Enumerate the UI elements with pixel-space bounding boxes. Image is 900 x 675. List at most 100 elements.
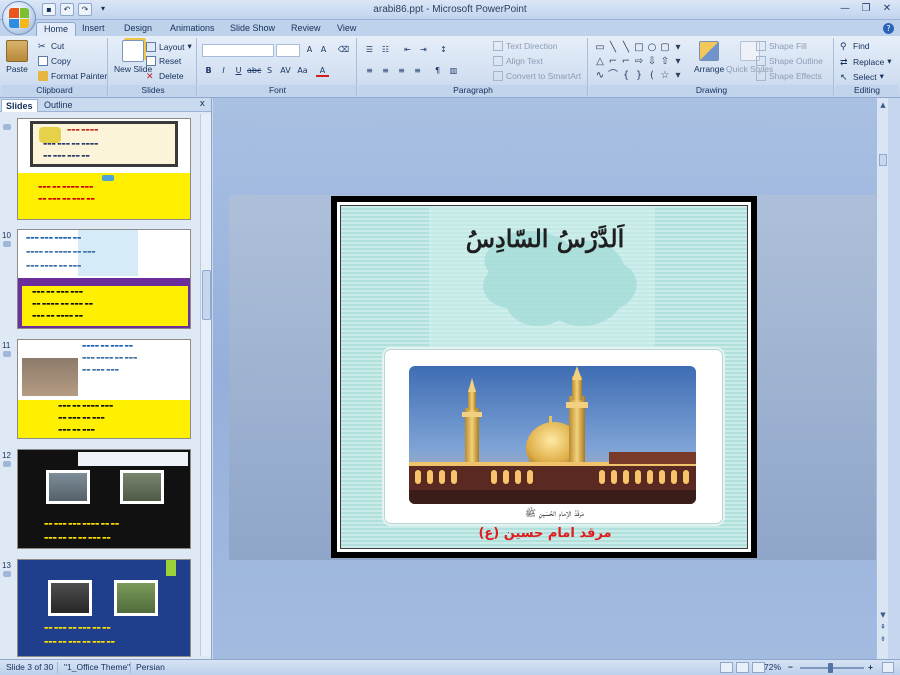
shape-brace-r-icon[interactable]: } [633, 69, 645, 82]
close-pane-icon[interactable]: x [200, 99, 205, 109]
shape-fill-button[interactable]: Shape Fill [756, 41, 807, 51]
restore-icon[interactable]: ❐ [857, 2, 875, 16]
bullets-icon[interactable]: ☰ [363, 44, 376, 56]
shape-more2-icon[interactable]: ▾ [672, 55, 684, 68]
align-left-icon[interactable]: ≡ [363, 65, 376, 77]
previous-slide-icon[interactable]: ⇞ [878, 622, 888, 632]
cut-button[interactable]: ✂ Cut [38, 41, 64, 51]
shape-more-icon[interactable]: ▾ [672, 41, 684, 54]
fit-to-window-icon[interactable] [882, 662, 894, 673]
shape-effects-button[interactable]: Shape Effects [756, 71, 822, 81]
shape-line-icon[interactable]: ╲ [607, 41, 619, 54]
replace-button[interactable]: ⇄ Replace ▾ [840, 56, 891, 67]
zoom-level[interactable]: 72% [764, 662, 781, 672]
office-button[interactable] [2, 1, 36, 35]
shape-oval-icon[interactable]: ○ [646, 41, 658, 54]
shape-arrow-d-icon[interactable]: ⇩ [646, 55, 658, 68]
slide-thumbnail[interactable]: ▬▬▬▬ ▬▬ ▬▬▬ ▬▬ ▬▬▬ ▬▬▬▬ ▬▬ ▬▬▬ ▬▬ ▬▬▬ ▬▬… [17, 339, 191, 439]
copy-button[interactable]: Copy [38, 56, 71, 66]
font-size-combo[interactable] [276, 44, 300, 57]
scroll-up-icon[interactable]: ▲ [878, 100, 888, 110]
select-button[interactable]: ↖ Select ▾ [840, 71, 884, 82]
text-direction-button[interactable]: Text Direction [493, 41, 558, 51]
align-right-icon[interactable]: ≡ [395, 65, 408, 77]
shrink-font-icon[interactable]: A [317, 44, 330, 56]
shadow-icon[interactable]: S [263, 65, 276, 77]
slide-thumbnail[interactable]: ▬▬ ▬▬▬ ▬▬▬ ▬▬▬▬ ▬▬ ▬▬ ▬▬▬ ▬▬ ▬▬ ▬▬ ▬▬▬ ▬… [17, 449, 191, 549]
zoom-in-icon[interactable]: + [868, 662, 873, 672]
layout-button[interactable]: Layout ▾ [146, 41, 192, 52]
shape-triangle-icon[interactable]: △ [594, 55, 606, 68]
rtl-icon[interactable]: ¶ [431, 65, 444, 77]
increase-indent-icon[interactable]: ⇥ [417, 44, 430, 56]
shape-curve-icon[interactable]: ∿ [594, 69, 606, 82]
decrease-indent-icon[interactable]: ⇤ [401, 44, 414, 56]
shape-rect2-icon[interactable]: □ [633, 41, 645, 54]
align-text-button[interactable]: Align Text [493, 56, 543, 66]
strikethrough-icon[interactable]: abc [247, 65, 261, 77]
reset-button[interactable]: Reset [146, 56, 181, 66]
tab-review[interactable]: Review [291, 22, 321, 36]
align-center-icon[interactable]: ≡ [379, 65, 392, 77]
slide-thumbnail[interactable]: ▬▬▬ ▬▬▬ ▬▬▬▬ ▬▬ ▬▬▬▬ ▬▬ ▬▬▬▬ ▬▬ ▬▬▬ ▬▬▬ … [17, 229, 191, 329]
grow-font-icon[interactable]: A [303, 44, 316, 56]
panel-scroll-thumb[interactable] [202, 270, 211, 320]
shape-arrow-r-icon[interactable]: ⇨ [633, 55, 645, 68]
shape-outline-button[interactable]: Shape Outline [756, 56, 823, 66]
slide-thumbnail[interactable]: ▬▬▬ ▬▬▬▬ ▬▬▬ ▬▬▬ ▬▬ ▬▬▬▬ ▬▬ ▬▬▬ ▬▬▬ ▬▬ ▬… [17, 118, 191, 220]
delete-button[interactable]: ✕ Delete [146, 71, 184, 81]
slide-thumbnail[interactable]: ▬▬ ▬▬▬ ▬▬ ▬▬▬ ▬▬ ▬▬ ▬▬▬ ▬▬ ▬▬▬ ▬▬ ▬▬▬ ▬▬ [17, 559, 191, 657]
editor-scrollbar[interactable]: ▲ ▼ ⇞ ⇟ [876, 98, 888, 659]
shape-elbow-icon[interactable]: ⌐ [607, 55, 619, 68]
shape-arc-icon[interactable]: ⌒ [607, 69, 619, 82]
help-icon[interactable]: ? [883, 23, 894, 34]
tab-design[interactable]: Design [124, 22, 152, 36]
columns-icon[interactable]: ▥ [447, 65, 460, 77]
font-color-icon[interactable]: A [316, 65, 329, 77]
italic-icon[interactable]: I [217, 65, 230, 77]
next-slide-icon[interactable]: ⇟ [878, 634, 888, 644]
slide-sorter-icon[interactable] [736, 662, 749, 673]
shape-elbow2-icon[interactable]: ⌐ [620, 55, 632, 68]
shape-line2-icon[interactable]: ╲ [620, 41, 632, 54]
tab-slides[interactable]: Slides [1, 99, 38, 112]
bold-icon[interactable]: B [202, 65, 215, 77]
tab-slide-show[interactable]: Slide Show [230, 22, 275, 36]
editor-scroll-thumb[interactable] [879, 154, 887, 166]
minimize-icon[interactable]: — [836, 2, 854, 16]
char-spacing-icon[interactable]: AV [279, 65, 292, 77]
shape-star-icon[interactable]: ☆ [659, 69, 671, 82]
tab-home[interactable]: Home [36, 22, 77, 36]
shape-arrow-icon[interactable]: ⇧ [659, 55, 671, 68]
format-painter-button[interactable]: Format Painter [38, 71, 107, 81]
zoom-slider-knob[interactable] [828, 663, 833, 673]
paste-button[interactable]: Paste [6, 40, 28, 74]
underline-icon[interactable]: U [232, 65, 245, 77]
language[interactable]: Persian [136, 662, 165, 672]
tab-insert[interactable]: Insert [82, 22, 105, 36]
shape-brace-l-icon[interactable]: { [620, 69, 632, 82]
line-spacing-icon[interactable]: ↕ [437, 44, 450, 56]
find-button[interactable]: ⚲ Find [840, 41, 870, 51]
current-slide[interactable]: اَلدَّرْسُ السّادِسُ مَرقَدُ الإمامِ الح… [229, 195, 876, 660]
numbering-icon[interactable]: ☷ [379, 44, 392, 56]
panel-scrollbar[interactable] [200, 114, 211, 656]
shape-paren-icon[interactable]: ( [646, 69, 658, 82]
normal-view-icon[interactable] [720, 662, 733, 673]
scroll-down-icon[interactable]: ▼ [878, 610, 888, 620]
font-name-combo[interactable] [202, 44, 274, 57]
convert-smartart-button[interactable]: Convert to SmartArt [493, 71, 581, 81]
arrange-button[interactable]: Arrange [694, 41, 724, 74]
zoom-out-icon[interactable]: − [788, 662, 793, 672]
shape-expand-icon[interactable]: ▾ [672, 69, 684, 82]
tab-animations[interactable]: Animations [170, 22, 215, 36]
clear-format-icon[interactable]: ⌫ [337, 44, 350, 56]
shape-rect-icon[interactable]: ▭ [594, 41, 606, 54]
tab-outline[interactable]: Outline [40, 99, 77, 112]
change-case-icon[interactable]: Aa [296, 65, 309, 77]
shape-rounded-icon[interactable]: ▢ [659, 41, 671, 54]
justify-icon[interactable]: ≡ [411, 65, 424, 77]
tab-view[interactable]: View [337, 22, 356, 36]
shapes-gallery[interactable]: ▭ ╲ ╲ □ ○ ▢ ▾ △ ⌐ ⌐ ⇨ ⇩ ⇧ ▾ ∿ ⌒{}(☆ ▾ [594, 41, 690, 81]
close-icon[interactable]: ✕ [878, 2, 896, 16]
